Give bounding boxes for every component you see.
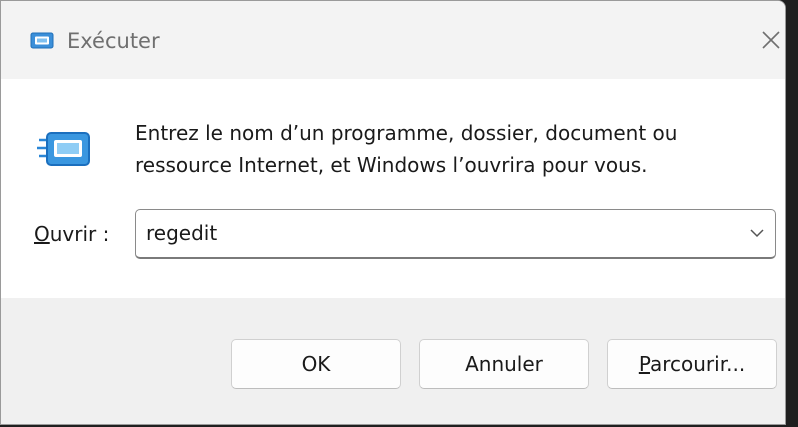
ok-button[interactable]: OK <box>231 339 401 389</box>
message-line: ressource Internet, et Windows l’ouvrira… <box>135 153 648 177</box>
browse-button[interactable]: Parcourir... <box>607 339 777 389</box>
browse-label: arcourir... <box>649 352 746 376</box>
message-line: Entrez le nom d’un programme, dossier, d… <box>135 121 678 145</box>
open-label-mnemonic: O <box>34 222 50 246</box>
run-icon <box>37 132 90 166</box>
open-combobox[interactable] <box>135 209 776 259</box>
open-label-text: uvrir : <box>49 222 110 246</box>
close-icon[interactable] <box>756 25 786 55</box>
button-bar: OK Annuler Parcourir... <box>1 298 785 424</box>
cancel-button[interactable]: Annuler <box>419 339 589 389</box>
browse-mnemonic: P <box>638 352 650 376</box>
window-title: Exécuter <box>67 29 160 53</box>
run-icon <box>30 32 54 49</box>
run-dialog: Exécuter Entrez le nom d’un programme, d… <box>0 0 786 425</box>
dialog-message: Entrez le nom d’un programme, dossier, d… <box>135 117 735 181</box>
chevron-down-icon[interactable] <box>749 227 765 239</box>
dialog-body: Entrez le nom d’un programme, dossier, d… <box>1 79 785 298</box>
title-bar[interactable]: Exécuter <box>1 1 785 79</box>
open-label: Ouvrir : <box>34 222 109 246</box>
open-input[interactable] <box>146 216 736 250</box>
